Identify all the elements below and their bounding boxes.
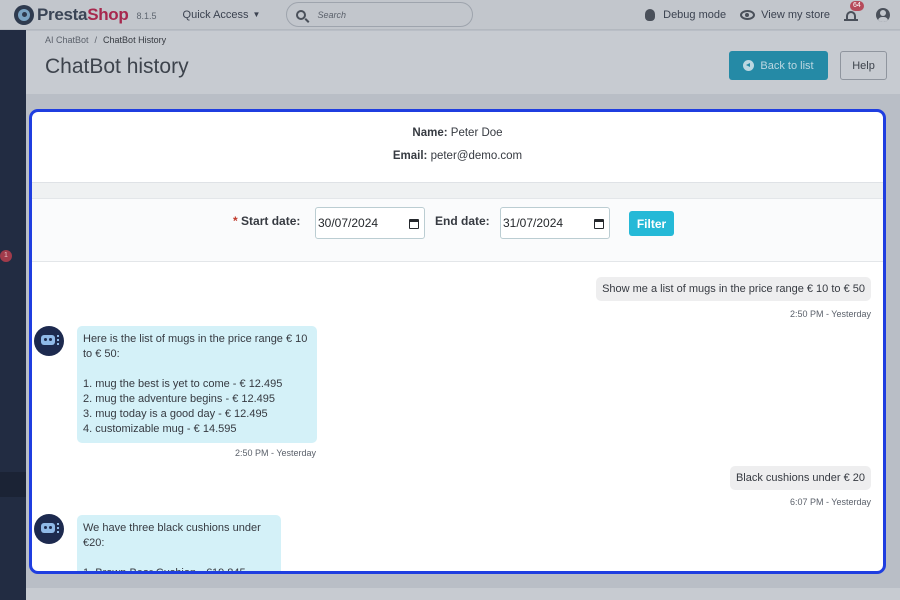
- page-header: AI ChatBot / ChatBot History ChatBot histo…: [26, 31, 900, 94]
- notifications-badge: 64: [850, 0, 864, 11]
- robot-eye: [44, 338, 47, 341]
- user-message: Black cushions under € 20: [729, 466, 871, 490]
- start-date-label: * Start date:: [233, 214, 300, 228]
- filter-button[interactable]: Filter: [629, 211, 674, 236]
- name-label: Name:: [412, 127, 448, 139]
- customer-email-row: Email: peter@demo.com: [32, 145, 883, 168]
- prestashop-logo-icon: [14, 4, 34, 25]
- sidebar-active-item[interactable]: [0, 472, 26, 497]
- version-label: 8.1.5: [136, 11, 157, 21]
- end-date-value: 31/07/2024: [503, 216, 564, 230]
- bot-message: We have three black cushions under €20: …: [77, 515, 281, 571]
- breadcrumb-parent[interactable]: AI ChatBot: [45, 35, 89, 45]
- quick-access-menu[interactable]: Quick Access ▼: [183, 9, 261, 21]
- start-date-label-text: Start date:: [241, 214, 301, 228]
- search-bar[interactable]: [286, 2, 474, 27]
- eye-icon: [740, 9, 756, 20]
- sidebar: 1: [0, 30, 26, 600]
- search-icon: [296, 9, 307, 20]
- chatbot-avatar: [34, 514, 64, 544]
- logo-text: PrestaShop: [37, 4, 129, 25]
- start-date-value: 30/07/2024: [318, 216, 379, 230]
- debug-mode-link[interactable]: Debug mode: [645, 8, 727, 21]
- customer-name: Peter Doe: [450, 127, 503, 139]
- robot-dots: [57, 335, 59, 345]
- customer-email: peter@demo.com: [430, 150, 523, 162]
- customer-name-row: Name: Peter Doe: [32, 122, 883, 145]
- customer-info: Name: Peter Doe Email: peter@demo.com: [32, 112, 883, 183]
- debug-mode-label: Debug mode: [663, 8, 727, 21]
- bug-icon: [645, 8, 656, 21]
- bell-icon-base: [844, 18, 858, 21]
- breadcrumb: AI ChatBot / ChatBot History: [45, 35, 166, 45]
- date-filter: * Start date: 30/07/2024 End date: 31/07…: [32, 198, 883, 262]
- message-timestamp: 2:50 PM - Yesterday: [789, 309, 871, 319]
- view-store-label: View my store: [761, 8, 830, 21]
- prestashop-logo[interactable]: PrestaShop 8.1.5: [14, 4, 157, 25]
- chevron-down-icon: ▼: [252, 10, 261, 19]
- end-date-label: End date:: [435, 214, 490, 228]
- bot-message: Here is the list of mugs in the price ra…: [77, 326, 317, 443]
- email-label: Email:: [392, 150, 428, 162]
- chatbot-avatar: [34, 326, 64, 356]
- chatbot-history-panel: Name: Peter Doe Email: peter@demo.com * …: [29, 109, 886, 574]
- required-mark: *: [233, 214, 238, 228]
- quick-access-label: Quick Access: [182, 8, 249, 21]
- chat-history[interactable]: Show me a list of mugs in the price rang…: [32, 262, 883, 571]
- robot-dots: [57, 523, 59, 533]
- logo-text-shop: Shop: [87, 4, 129, 24]
- start-date-input[interactable]: 30/07/2024: [315, 207, 425, 239]
- notifications-button[interactable]: 64: [844, 0, 864, 22]
- breadcrumb-current: ChatBot History: [103, 35, 167, 45]
- message-timestamp: 2:50 PM - Yesterday: [235, 448, 317, 458]
- footer-strip: [26, 588, 900, 600]
- back-to-list-label: Back to list: [760, 59, 814, 72]
- view-store-link[interactable]: View my store: [740, 9, 830, 21]
- end-date-input[interactable]: 31/07/2024: [500, 207, 610, 239]
- help-button[interactable]: Help: [840, 51, 887, 80]
- robot-eye: [49, 338, 52, 341]
- user-message: Show me a list of mugs in the price rang…: [596, 277, 871, 301]
- breadcrumb-separator: /: [94, 35, 98, 45]
- user-account-icon[interactable]: [876, 7, 890, 22]
- robot-eye: [44, 526, 47, 529]
- calendar-icon[interactable]: [409, 219, 419, 229]
- top-bar: PrestaShop 8.1.5 Quick Access ▼ Debug mo…: [0, 0, 900, 30]
- calendar-icon[interactable]: [594, 219, 604, 229]
- section-divider: [32, 183, 883, 198]
- top-right-actions: Debug mode View my store 64: [645, 0, 890, 22]
- search-input[interactable]: [317, 9, 458, 20]
- message-timestamp: 6:07 PM - Yesterday: [789, 497, 871, 507]
- back-arrow-icon: [743, 60, 755, 71]
- back-to-list-button[interactable]: Back to list: [729, 51, 828, 80]
- page-title: ChatBot history: [45, 55, 189, 78]
- robot-eye: [49, 526, 52, 529]
- logo-text-presta: Presta: [37, 4, 88, 24]
- sidebar-badge: 1: [0, 250, 12, 262]
